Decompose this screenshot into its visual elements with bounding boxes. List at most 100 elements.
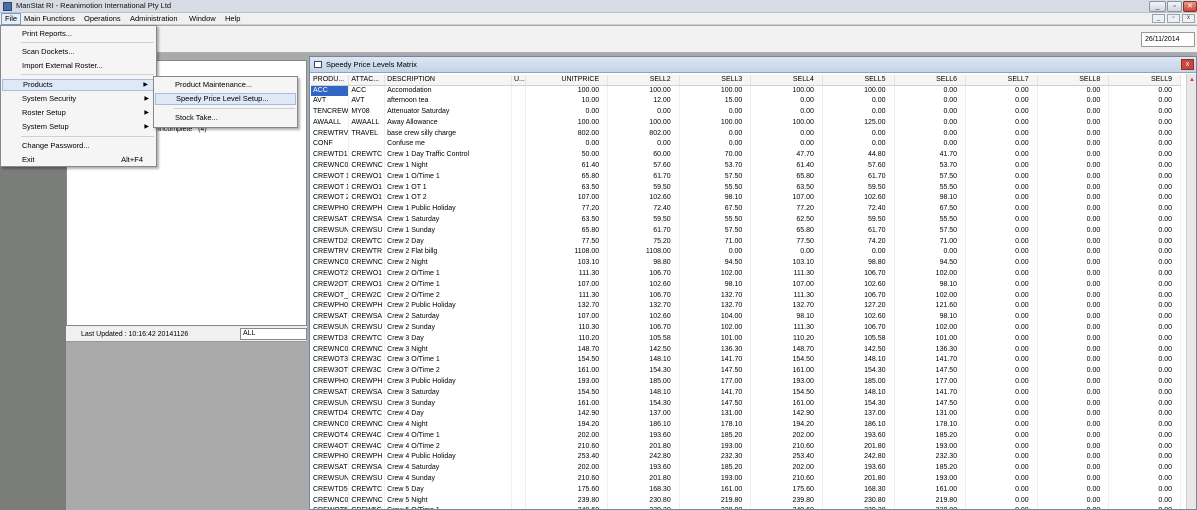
scroll-up-icon[interactable]: ▲ [1188,76,1196,84]
table-cell [511,495,527,507]
menu-item-products[interactable]: Products ▶ [2,79,155,91]
table-row[interactable]: CREWTRV TRAVEL base crew silly charge 802.0… [311,128,1181,139]
menu-item-scan-dockets[interactable]: Scan Dockets... [2,46,155,58]
filter-select[interactable]: ALL [240,328,307,340]
table-cell: 0.00 [965,408,1038,420]
menu-item-print-reports[interactable]: Print Reports... [2,28,155,40]
mdi-minimize-button[interactable]: _ [1152,14,1165,23]
menu-file[interactable]: File [1,13,22,25]
table-row[interactable]: CREWTRV CREWTR Crew 2 Flat billg 1108.00 110… [311,246,1181,258]
column-header[interactable]: SELL2 [607,75,680,86]
table-cell: 94.50 [894,257,967,269]
column-header[interactable]: U... [511,75,527,86]
table-row[interactable]: CREWNC0 CREWNC Crew 5 Night 239.80 230.80 219… [311,495,1181,507]
table-cell [511,214,527,226]
menu-item-speedy-price-level-setup[interactable]: Speedy Price Level Setup... [155,93,296,105]
vertical-scrollbar[interactable]: ▲ [1186,74,1196,509]
table-row[interactable]: CREWOT2 CREWO1 Crew 2 O/Time 1 111.30 106.70… [311,268,1181,280]
table-row[interactable]: CREWOT 1 CREWO1 Crew 1 OT 1 63.50 59.50 55.50… [311,182,1181,193]
table-row[interactable]: CREWSAT CREWSA Crew 3 Saturday 154.50 148.10… [311,387,1181,399]
column-header[interactable]: SELL3 [679,75,752,86]
menu-item-product-maintenance[interactable]: Product Maintenance... [155,79,296,91]
table-cell: 100.00 [679,85,752,96]
table-row[interactable]: CREWNC0 CREWNC Crew 1 Night 61.40 57.60 53.70… [311,160,1181,172]
table-cell: 0.00 [1108,290,1181,301]
table-row[interactable]: CREWNC0 CREWNC Crew 2 Night 103.10 98.80 94.5… [311,257,1181,269]
restore-button[interactable]: ▫ [1167,1,1182,12]
table-cell: 154.50 [525,354,609,366]
table-row[interactable]: CREWOT4 CREW4C Crew 4 O/Time 1 202.00 193.60… [311,430,1181,442]
table-cell: 161.00 [750,398,823,409]
table-cell: AVT [348,95,386,107]
menu-window[interactable]: Window [186,13,219,25]
mdi-close-button[interactable]: x [1182,14,1195,23]
minimize-button[interactable]: _ [1149,1,1166,12]
date-field[interactable]: 26/11/2014 [1141,32,1195,47]
table-row[interactable]: CREWOT5CREW5CCrew 5 O/Time 1249.60239.20… [311,506,1181,509]
column-header[interactable]: UNITPRICE [525,75,609,86]
table-row[interactable]: CREW4OT CREW4C Crew 4 O/Time 2 210.60 201.80… [311,441,1181,453]
menu-administration[interactable]: Administration [127,13,181,25]
menu-item-exit[interactable]: Exit Alt+F4 [2,154,155,166]
table-row[interactable]: CREWSUN CREWSU Crew 1 Sunday 65.80 61.70 57.5… [311,225,1181,237]
table-row[interactable]: CONF Confuse me 0.00 0.00 0.00 0.00 0.00 0.00 0.… [311,138,1181,150]
table-row[interactable]: CREWSUN CREWSU Crew 3 Sunday 161.00 154.30 14… [311,398,1181,409]
table-row[interactable]: CREWTD3 CREWTC Crew 3 Day 110.20 105.58 101.0… [311,333,1181,345]
table-row[interactable]: CREWSAT CREWSA Crew 1 Saturday 63.50 59.50 55… [311,214,1181,226]
menu-operations[interactable]: Operations [81,13,124,25]
menu-item-change-password[interactable]: Change Password... [2,140,155,152]
table-cell: 0.00 [1037,257,1110,269]
table-cell: CREWSUN [311,398,350,409]
table-row[interactable]: CREWOT 1 CREWO1 Crew 1 O/Time 1 65.80 61.70 5… [311,171,1181,183]
close-button[interactable]: ✕ [1183,1,1197,12]
table-row[interactable]: AWAALL AWAALL Away Allowance 100.00 100.00 10… [311,117,1181,129]
table-cell: 0.00 [750,138,823,150]
table-row[interactable]: CREWSUN CREWSU Crew 2 Sunday 110.30 106.70 10… [311,322,1181,334]
menu-main-functions[interactable]: Main Functions [21,13,78,25]
table-row[interactable]: CREWTD1 CREWTC Crew 1 Day Traffic Control 5… [311,149,1181,161]
menu-item-roster-setup[interactable]: Roster Setup ▶ [2,107,155,119]
table-cell: Crew 2 Flat billg [384,246,512,258]
table-cell: 0.00 [965,441,1038,453]
table-row[interactable]: ACC ACC Accomodation 100.00 100.00 100.00 100.… [311,85,1181,96]
column-header[interactable]: SELL4 [750,75,823,86]
column-header[interactable]: SELL6 [894,75,967,86]
menu-item-stock-take[interactable]: Stock Take... [155,112,296,124]
column-header[interactable]: DESCRIPTION [384,75,512,86]
table-row[interactable]: CREWNC0 CREWNC Crew 4 Night 194.20 186.10 178… [311,419,1181,431]
table-row[interactable]: CREWTD4 CREWTC Crew 4 Day 142.90 137.00 131.0… [311,408,1181,420]
column-header[interactable]: PRODU... [311,75,350,86]
table-row[interactable]: CREWPH0 CREWPH Crew 2 Public Holiday 132.70… [311,300,1181,312]
table-row[interactable]: CREWTD2 CREWTC Crew 2 Day 77.50 75.20 71.00 77… [311,236,1181,247]
table-row[interactable]: CREW3OT CREW3C Crew 3 O/Time 2 161.00 154.30… [311,365,1181,377]
mdi-restore-button[interactable]: ▫ [1167,14,1180,23]
table-row[interactable]: CREWOT3 CREW3C Crew 3 O/Time 1 154.50 148.10… [311,354,1181,366]
menu-item-import-external-roster[interactable]: Import External Roster... [2,60,155,72]
table-row[interactable]: AVT AVT afternoon tea 10.00 12.00 15.00 0.00 0.… [311,95,1181,107]
price-levels-close-button[interactable]: x [1181,59,1194,70]
column-header[interactable]: ATTAC... [348,75,386,86]
column-header[interactable]: SELL8 [1037,75,1110,86]
table-row[interactable]: CREWPH0 CREWPH Crew 4 Public Holiday 253.40… [311,452,1181,463]
table-cell: 59.50 [607,182,680,193]
menu-item-system-security[interactable]: System Security ▶ [2,93,155,105]
table-row[interactable]: CREWOT 2 CREWO1 Crew 1 OT 2 107.00 102.60 98.… [311,192,1181,204]
menu-item-system-setup[interactable]: System Setup ▶ [2,121,155,133]
table-row[interactable]: CREWNC0 CREWNC Crew 3 Night 148.70 142.50 136… [311,344,1181,355]
table-row[interactable]: CREWSUN CREWSU Crew 4 Sunday 210.60 201.80 19… [311,473,1181,485]
table-row[interactable]: CREWTD5 CREWTC Crew 5 Day 175.60 168.30 161.0… [311,484,1181,496]
table-row[interactable]: CREWPH0 CREWPH Crew 3 Public Holiday 193.00… [311,376,1181,388]
table-row[interactable]: CREW2OT CREWO1 Crew 2 O/Time 1 107.00 102.60… [311,279,1181,291]
menu-help[interactable]: Help [222,13,243,25]
table-cell: 110.20 [525,333,609,345]
column-header[interactable]: SELL9 [1108,75,1181,86]
table-row[interactable]: TENCREW MY08 Attenuator Saturday 0.00 0.00 0.… [311,106,1181,118]
column-header[interactable]: SELL5 [822,75,895,86]
table-row[interactable]: CREWSAT CREWSA Crew 2 Saturday 107.00 102.60… [311,311,1181,323]
table-row[interactable]: CREWSAT CREWSA Crew 4 Saturday 202.00 193.60… [311,462,1181,474]
table-row[interactable]: CREWOT_ CREW2C Crew 2 O/Time 2 111.30 106.70… [311,290,1181,301]
table-cell: 201.80 [607,441,680,453]
table-row[interactable]: CREWPH0 CREWPH Crew 1 Public Holiday 77.20 7… [311,203,1181,215]
column-header[interactable]: SELL7 [965,75,1038,86]
table-cell: CREWSA [348,462,386,474]
